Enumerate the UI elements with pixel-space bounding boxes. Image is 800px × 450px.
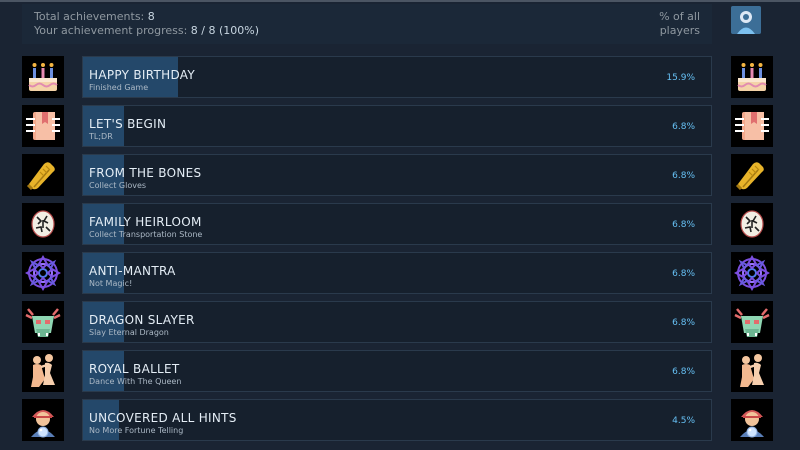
- achievement-description: Collect Transportation Stone: [89, 230, 203, 239]
- achievement-title: FAMILY HEIRLOOM: [89, 215, 202, 229]
- achievement-row[interactable]: ANTI-MANTRA Not Magic! 6.8%: [0, 252, 800, 294]
- global-unlock-percent: 6.8%: [672, 269, 695, 279]
- achievement-card[interactable]: ROYAL BALLET Dance With The Queen 6.8%: [82, 350, 712, 392]
- fortune-teller-icon: [731, 399, 773, 441]
- global-percent-header: % of all players: [659, 10, 712, 38]
- global-unlock-percent: 6.8%: [672, 122, 695, 132]
- progress-label: Your achievement progress:: [34, 24, 188, 37]
- fortune-teller-icon: [22, 399, 64, 441]
- gloves-icon: [731, 154, 773, 196]
- total-achievements-label: Total achievements:: [34, 10, 145, 23]
- achievement-row[interactable]: FROM THE BONES Collect Gloves 6.8%: [0, 154, 800, 196]
- rune-stone-icon: [731, 203, 773, 245]
- achievement-row[interactable]: LET'S BEGIN TL;DR 6.8%: [0, 105, 800, 147]
- total-achievements-value: 8: [147, 10, 155, 23]
- achievement-title: UNCOVERED ALL HINTS: [89, 411, 237, 425]
- window-top-border: [0, 0, 800, 2]
- achievement-description: TL;DR: [89, 132, 113, 141]
- achievement-title: FROM THE BONES: [89, 166, 202, 180]
- global-unlock-percent: 15.9%: [666, 73, 695, 83]
- book-icon: [22, 105, 64, 147]
- achievement-card[interactable]: ANTI-MANTRA Not Magic! 6.8%: [82, 252, 712, 294]
- progress-value: 8 / 8 (100%): [190, 24, 260, 37]
- achievement-description: Dance With The Queen: [89, 377, 182, 386]
- global-unlock-percent: 6.8%: [672, 220, 695, 230]
- achievement-row[interactable]: ROYAL BALLET Dance With The Queen 6.8%: [0, 350, 800, 392]
- dragon-mask-icon: [22, 301, 64, 343]
- global-unlock-percent: 4.5%: [672, 416, 695, 426]
- achievement-title: DRAGON SLAYER: [89, 313, 195, 327]
- achievement-title: LET'S BEGIN: [89, 117, 167, 131]
- achievement-card[interactable]: FAMILY HEIRLOOM Collect Transportation S…: [82, 203, 712, 245]
- achievement-description: Not Magic!: [89, 279, 133, 288]
- achievement-description: Slay Eternal Dragon: [89, 328, 169, 337]
- achievement-card[interactable]: UNCOVERED ALL HINTS No More Fortune Tell…: [82, 399, 712, 441]
- achievement-row[interactable]: FAMILY HEIRLOOM Collect Transportation S…: [0, 203, 800, 245]
- global-percent-header-line1: % of all: [659, 10, 700, 23]
- achievement-title: ROYAL BALLET: [89, 362, 180, 376]
- dragon-mask-icon: [731, 301, 773, 343]
- achievement-card[interactable]: FROM THE BONES Collect Gloves 6.8%: [82, 154, 712, 196]
- achievement-description: Collect Gloves: [89, 181, 147, 190]
- dancing-couple-icon: [22, 350, 64, 392]
- achievement-description: No More Fortune Telling: [89, 426, 184, 435]
- achievement-card[interactable]: LET'S BEGIN TL;DR 6.8%: [82, 105, 712, 147]
- achievement-title: ANTI-MANTRA: [89, 264, 176, 278]
- global-unlock-percent: 6.8%: [672, 367, 695, 377]
- mandala-icon: [22, 252, 64, 294]
- book-icon: [731, 105, 773, 147]
- achievement-description: Finished Game: [89, 83, 149, 92]
- global-unlock-percent: 6.8%: [672, 318, 695, 328]
- achievement-row[interactable]: DRAGON SLAYER Slay Eternal Dragon 6.8%: [0, 301, 800, 343]
- birthday-cake-icon: [731, 56, 773, 98]
- achievement-row[interactable]: HAPPY BIRTHDAY Finished Game 15.9%: [0, 56, 800, 98]
- achievement-card[interactable]: HAPPY BIRTHDAY Finished Game 15.9%: [82, 56, 712, 98]
- gloves-icon: [22, 154, 64, 196]
- achievement-row[interactable]: UNCOVERED ALL HINTS No More Fortune Tell…: [0, 399, 800, 441]
- achievement-card[interactable]: DRAGON SLAYER Slay Eternal Dragon 6.8%: [82, 301, 712, 343]
- dancing-couple-icon: [731, 350, 773, 392]
- user-avatar[interactable]: [731, 6, 761, 34]
- achievements-summary-bar: Total achievements: 8 Your achievement p…: [22, 4, 712, 44]
- rune-stone-icon: [22, 203, 64, 245]
- achievement-title: HAPPY BIRTHDAY: [89, 68, 196, 82]
- global-percent-header-line2: players: [659, 24, 700, 37]
- global-unlock-percent: 6.8%: [672, 171, 695, 181]
- summary-text: Total achievements: 8 Your achievement p…: [22, 10, 259, 38]
- birthday-cake-icon: [22, 56, 64, 98]
- mandala-icon: [731, 252, 773, 294]
